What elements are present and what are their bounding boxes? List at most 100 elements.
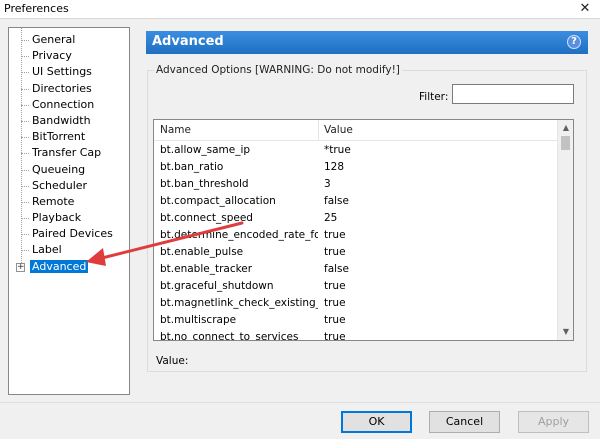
tree-item-ui-settings[interactable]: UI Settings	[9, 64, 129, 80]
options-list[interactable]: Name Value bt.allow_same_ip *true bt.ban_r…	[153, 119, 574, 341]
tree-branch-line	[21, 153, 29, 155]
apply-button[interactable]: Apply	[518, 411, 589, 433]
tree-branch-line	[21, 185, 29, 187]
option-name: bt.magnetlink_check_existing_...	[160, 297, 318, 309]
tree-item-label: Advanced	[30, 259, 89, 273]
tree-item-queueing[interactable]: Queueing	[9, 162, 129, 178]
list-header: Name Value	[154, 120, 558, 141]
ok-button[interactable]: OK	[341, 411, 412, 433]
tree-branch-line	[21, 169, 29, 171]
tree-item-label: Remote	[32, 194, 75, 208]
scroll-up-icon[interactable]: ▲	[558, 120, 573, 136]
tree-items: General Privacy UI Settings Directories Conn…	[9, 32, 129, 275]
tree-item-label: Queueing	[32, 162, 86, 176]
list-item[interactable]: bt.enable_pulse true	[154, 244, 558, 261]
option-value: 128	[324, 161, 345, 173]
option-name: bt.connect_speed	[160, 212, 253, 224]
list-item[interactable]: bt.determine_encoded_rate_fo... true	[154, 227, 558, 244]
tree-branch-line	[21, 250, 29, 252]
filter-input[interactable]	[452, 84, 574, 104]
scroll-down-icon[interactable]: ▼	[558, 324, 573, 340]
tree-item-bittorrent[interactable]: BitTorrent	[9, 129, 129, 145]
cancel-button[interactable]: Cancel	[429, 411, 500, 433]
option-value: 3	[324, 178, 331, 190]
tree-branch-line	[21, 40, 29, 41]
option-value: true	[324, 229, 346, 241]
scroll-thumb[interactable]	[561, 136, 570, 150]
list-item[interactable]: bt.graceful_shutdown true	[154, 278, 558, 295]
option-name: bt.determine_encoded_rate_fo...	[160, 229, 318, 241]
panel-title: Advanced	[152, 34, 224, 49]
tree-item-label: Connection	[32, 97, 95, 111]
help-icon[interactable]: ?	[567, 35, 581, 49]
option-name: bt.enable_pulse	[160, 246, 244, 258]
list-item[interactable]: bt.ban_threshold 3	[154, 176, 558, 193]
list-item[interactable]: bt.compact_allocation false	[154, 193, 558, 210]
tree-branch-line	[21, 104, 29, 106]
option-name: bt.ban_threshold	[160, 178, 249, 190]
tree-item-label: Paired Devices	[32, 227, 113, 241]
tree-item-label: UI Settings	[32, 65, 92, 79]
tree-item-transfer-cap[interactable]: Transfer Cap	[9, 145, 129, 161]
tree-item-paired-devices[interactable]: Paired Devices	[9, 226, 129, 242]
window-title: Preferences	[4, 2, 69, 15]
option-value: true	[324, 314, 346, 326]
filter-label: Filter:	[419, 91, 449, 103]
option-value: false	[324, 195, 349, 207]
option-name: bt.multiscrape	[160, 314, 237, 326]
list-item[interactable]: bt.magnetlink_check_existing_... true	[154, 295, 558, 312]
tree-branch-line	[21, 56, 29, 58]
list-item[interactable]: bt.multiscrape true	[154, 312, 558, 329]
tree-item-label: Label	[32, 243, 62, 257]
column-header-name[interactable]: Name	[160, 124, 191, 136]
option-name: bt.enable_tracker	[160, 263, 253, 275]
panel-header: Advanced ?	[146, 31, 588, 54]
tree-item-label: Directories	[32, 81, 92, 95]
tree-branch-line	[21, 72, 29, 74]
title-bar: Preferences ✕	[0, 0, 600, 19]
list-item[interactable]: bt.connect_speed 25	[154, 210, 558, 227]
list-item[interactable]: bt.no_connect_to_services true	[154, 329, 558, 341]
option-value: true	[324, 331, 346, 341]
column-header-value[interactable]: Value	[324, 124, 353, 136]
option-value: true	[324, 280, 346, 292]
list-item[interactable]: bt.ban_ratio 128	[154, 159, 558, 176]
tree-item-label: Bandwidth	[32, 113, 91, 127]
tree-item-privacy[interactable]: Privacy	[9, 48, 129, 64]
tree-item-playback[interactable]: Playback	[9, 210, 129, 226]
tree-branch-line	[21, 218, 29, 220]
option-value: true	[324, 246, 346, 258]
option-name: bt.allow_same_ip	[160, 144, 251, 156]
tree-item-bandwidth[interactable]: Bandwidth	[9, 113, 129, 129]
footer-divider	[0, 402, 600, 403]
tree-item-directories[interactable]: Directories	[9, 81, 129, 97]
tree-item-label: Playback	[32, 211, 82, 225]
option-name: bt.compact_allocation	[160, 195, 276, 207]
tree-item-label: General	[32, 33, 76, 46]
tree-item-connection[interactable]: Connection	[9, 97, 129, 113]
option-name: bt.graceful_shutdown	[160, 280, 274, 292]
tree-item-label: Scheduler	[32, 178, 88, 192]
tree-item-scheduler[interactable]: Scheduler	[9, 178, 129, 194]
group-title: Advanced Options [WARNING: Do not modify…	[154, 64, 402, 76]
option-name: bt.ban_ratio	[160, 161, 224, 173]
list-scrollbar[interactable]: ▲ ▼	[557, 120, 573, 340]
tree-item-advanced[interactable]: + Advanced	[9, 259, 129, 275]
expand-icon[interactable]: +	[16, 262, 25, 272]
option-value: true	[324, 297, 346, 309]
tree-branch-line	[21, 234, 29, 236]
tree-item-label[interactable]: Label	[9, 242, 129, 258]
settings-panel: Advanced ? Advanced Options [WARNING: Do…	[146, 31, 588, 375]
option-value: false	[324, 263, 349, 275]
column-separator[interactable]	[318, 120, 319, 141]
tree-item-general[interactable]: General	[9, 32, 129, 48]
close-icon[interactable]: ✕	[570, 0, 600, 19]
list-rows: bt.allow_same_ip *true bt.ban_ratio 128 bt.b…	[154, 142, 558, 341]
value-label: Value:	[156, 355, 189, 367]
tree-branch-line	[21, 88, 29, 90]
list-item[interactable]: bt.enable_tracker false	[154, 261, 558, 278]
tree-item-remote[interactable]: Remote	[9, 194, 129, 210]
tree-item-label: BitTorrent	[32, 130, 86, 144]
list-item[interactable]: bt.allow_same_ip *true	[154, 142, 558, 159]
category-tree[interactable]: General Privacy UI Settings Directories Conn…	[8, 27, 130, 395]
